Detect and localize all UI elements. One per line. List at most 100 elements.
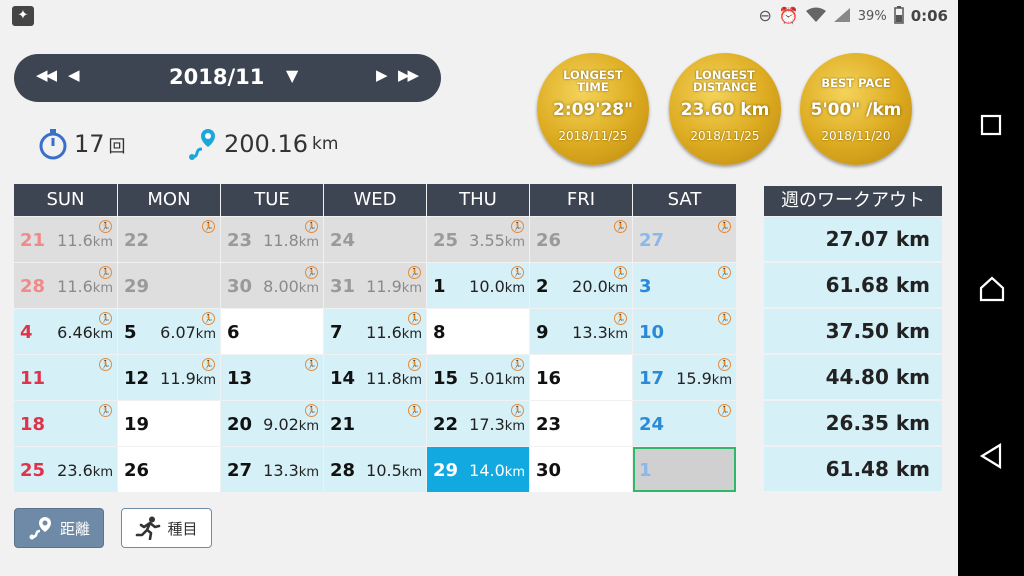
day-distance: 9.02km — [263, 415, 319, 434]
calendar-day-cell[interactable]: 28 11.6km 🏃 — [14, 263, 117, 308]
day-number: 5 — [124, 322, 137, 343]
weekday-header-sun: SUN — [14, 184, 117, 216]
distance-unit: km — [298, 419, 319, 434]
recent-apps-button[interactable] — [979, 113, 1003, 137]
weekday-header-sat: SAT — [633, 184, 736, 216]
calendar-day-cell[interactable]: 17 15.9km 🏃 — [633, 355, 736, 400]
next-month-button[interactable]: ▶ — [376, 66, 387, 84]
month-dropdown-icon[interactable]: ▼ — [286, 66, 298, 85]
day-number: 28 — [330, 460, 356, 481]
calendar-day-cell[interactable]: 25 23.6km — [14, 447, 117, 492]
calendar-day-cell[interactable]: 24 — [324, 217, 426, 262]
day-distance: 23.6km — [57, 461, 113, 480]
calendar-day-cell[interactable]: 8 — [427, 309, 529, 354]
calendar-day-cell[interactable]: 29 14.0km — [427, 447, 529, 492]
calendar-day-cell[interactable]: 31 11.9km 🏃 — [324, 263, 426, 308]
longest-distance-medal[interactable]: LONGEST DISTANCE 23.60 km 2018/11/25 — [669, 53, 781, 165]
prev-year-button[interactable]: ◀◀ — [36, 66, 57, 84]
day-number: 1 — [639, 460, 652, 481]
calendar-day-cell[interactable]: 1 — [633, 447, 736, 492]
day-number: 24 — [639, 414, 665, 435]
weekly-total: 37.50 km — [764, 309, 942, 353]
calendar-day-cell[interactable]: 20 9.02km 🏃 — [221, 401, 323, 446]
calendar-day-cell[interactable]: 5 6.07km 🏃 — [118, 309, 220, 354]
calendar-day-cell[interactable]: 10 🏃 — [633, 309, 736, 354]
activity-type-button[interactable]: 種目 — [121, 508, 212, 548]
calendar-day-cell[interactable]: 29 — [118, 263, 220, 308]
calendar-day-cell[interactable]: 21 11.6km 🏃 — [14, 217, 117, 262]
distance-toggle-button[interactable]: 距離 — [14, 508, 104, 548]
next-year-button[interactable]: ▶▶ — [398, 66, 419, 84]
calendar-day-cell[interactable]: 4 6.46km 🏃 — [14, 309, 117, 354]
status-bar: ✦ ⊖ ⏰ 39% 0:06 — [0, 0, 958, 32]
calendar-day-cell[interactable]: 1 10.0km 🏃 — [427, 263, 529, 308]
calendar-day-cell[interactable]: 2 20.0km 🏃 — [530, 263, 632, 308]
running-activity-icon: 🏃 — [408, 404, 421, 417]
calendar-day-cell[interactable]: 21 🏃 — [324, 401, 426, 446]
calendar-day-cell[interactable]: 30 — [530, 447, 632, 492]
calendar-day-cell[interactable]: 14 11.8km 🏃 — [324, 355, 426, 400]
best-pace-medal[interactable]: BEST PACE 5'00" /km 2018/11/20 — [800, 53, 912, 165]
distance-value: 17.3 — [469, 415, 505, 434]
calendar-day-cell[interactable]: 12 11.9km 🏃 — [118, 355, 220, 400]
calendar-day-cell[interactable]: 24 🏃 — [633, 401, 736, 446]
do-not-disturb-icon: ⊖ — [758, 6, 772, 25]
calendar-day-cell[interactable]: 22 17.3km 🏃 — [427, 401, 529, 446]
calendar-day-cell[interactable]: 7 11.6km 🏃 — [324, 309, 426, 354]
distance-unit: km — [92, 281, 113, 296]
back-button[interactable] — [979, 443, 1003, 469]
running-activity-icon: 🏃 — [202, 220, 215, 233]
calendar-day-cell[interactable]: 9 13.3km 🏃 — [530, 309, 632, 354]
day-number: 8 — [433, 322, 446, 343]
calendar-day-cell[interactable]: 13 🏃 — [221, 355, 323, 400]
calendar-day-cell[interactable]: 16 — [530, 355, 632, 400]
month-selector: ◀◀ ◀ 2018/11 ▼ ▶ ▶▶ — [14, 54, 441, 102]
type-button-label: 種目 — [167, 519, 198, 538]
day-number: 26 — [124, 460, 150, 481]
distance-unit: km — [92, 327, 113, 342]
day-number: 22 — [124, 230, 150, 251]
weekday-header-wed: WED — [324, 184, 426, 216]
distance-unit: km — [504, 465, 525, 480]
month-label[interactable]: 2018/11 — [169, 65, 264, 89]
calendar-day-cell[interactable]: 15 5.01km 🏃 — [427, 355, 529, 400]
battery-icon — [893, 5, 904, 27]
workout-count-unit: 回 — [108, 136, 126, 157]
prev-month-button[interactable]: ◀ — [68, 66, 79, 84]
calendar-grid: SUN MON TUE WED THU FRI SAT 21 11.6km 🏃 22 🏃 23 11.8k… — [14, 184, 736, 496]
calendar-day-cell[interactable]: 28 10.5km — [324, 447, 426, 492]
alarm-icon: ⏰ — [778, 6, 799, 25]
day-distance: 5.01km — [469, 369, 525, 388]
calendar-day-cell[interactable]: 19 — [118, 401, 220, 446]
stopwatch-icon — [39, 129, 67, 160]
medal-date: 2018/11/25 — [558, 129, 628, 143]
distance-value: 11.8 — [366, 369, 402, 388]
calendar-day-cell[interactable]: 23 — [530, 401, 632, 446]
running-activity-icon: 🏃 — [408, 266, 421, 279]
medal-date: 2018/11/25 — [690, 129, 760, 143]
medal-date: 2018/11/20 — [821, 129, 891, 143]
home-button[interactable] — [979, 276, 1005, 302]
day-distance: 3.55km — [469, 231, 525, 250]
calendar-day-cell[interactable]: 22 🏃 — [118, 217, 220, 262]
calendar-day-cell[interactable]: 26 — [118, 447, 220, 492]
calendar-day-cell[interactable]: 27 🏃 — [633, 217, 736, 262]
calendar-day-cell[interactable]: 26 🏃 — [530, 217, 632, 262]
calendar-day-cell[interactable]: 18 🏃 — [14, 401, 117, 446]
distance-value: 13.3 — [263, 461, 299, 480]
medal-value: 2:09'28" — [552, 100, 633, 120]
day-number: 22 — [433, 414, 459, 435]
calendar-day-cell[interactable]: 3 🏃 — [633, 263, 736, 308]
calendar-day-cell[interactable]: 23 11.8km 🏃 — [221, 217, 323, 262]
calendar-day-cell[interactable]: 6 — [221, 309, 323, 354]
distance-unit: km — [92, 235, 113, 250]
calendar-day-cell[interactable]: 25 3.55km 🏃 — [427, 217, 529, 262]
distance-unit: km — [711, 373, 732, 388]
longest-time-medal[interactable]: LONGEST TIME 2:09'28" 2018/11/25 — [537, 53, 649, 165]
calendar-day-cell[interactable]: 11 🏃 — [14, 355, 117, 400]
total-distance-unit: km — [311, 134, 339, 154]
calendar-day-cell[interactable]: 30 8.00km 🏃 — [221, 263, 323, 308]
distance-unit: km — [298, 235, 319, 250]
medal-value: 5'00" /km — [810, 100, 902, 120]
calendar-day-cell[interactable]: 27 13.3km — [221, 447, 323, 492]
